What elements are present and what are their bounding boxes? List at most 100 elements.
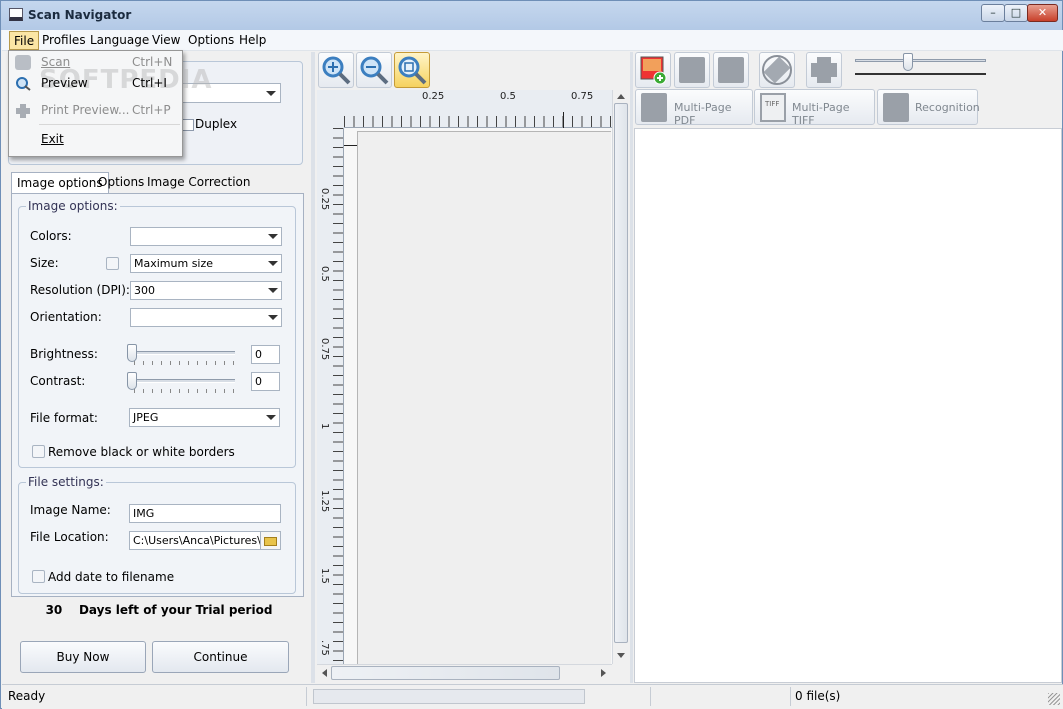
- progress-bar: [313, 689, 585, 704]
- scanned-pages-area[interactable]: [634, 128, 1062, 683]
- orientation-label: Orientation:: [30, 310, 102, 324]
- crop-button[interactable]: [806, 52, 842, 88]
- print-preview-icon: [15, 103, 31, 118]
- scroll-right-icon[interactable]: [601, 669, 606, 677]
- trial-notice: 30 Days left of your Trial period: [45, 603, 273, 617]
- add-date-checkbox[interactable]: [32, 570, 45, 583]
- duplex-checkbox[interactable]: [182, 119, 194, 131]
- resize-grip[interactable]: [1048, 693, 1060, 705]
- ruler-label: 0.5: [319, 266, 330, 282]
- zoom-slider-thumb[interactable]: [903, 53, 913, 71]
- ruler-label: .75: [319, 640, 330, 656]
- preview-toolbar: [315, 52, 629, 90]
- status-bar: Ready 0 file(s): [2, 684, 1063, 709]
- scroll-left-icon[interactable]: [322, 669, 327, 677]
- brightness-slider-track[interactable]: [131, 351, 235, 355]
- menu-file[interactable]: File: [9, 31, 40, 50]
- left-splitter[interactable]: [311, 52, 315, 683]
- rotate-button[interactable]: [759, 52, 795, 88]
- colors-select[interactable]: [130, 227, 282, 246]
- ruler-label: 0.5: [500, 91, 516, 102]
- scroll-thumb[interactable]: [614, 103, 628, 643]
- image-name-label: Image Name:: [30, 503, 111, 517]
- size-label: Size:: [30, 256, 59, 270]
- chevron-down-icon: [268, 315, 278, 320]
- zoom-in-icon: [322, 56, 351, 85]
- recognition-button[interactable]: Recognition: [877, 89, 980, 125]
- size-checkbox[interactable]: [106, 257, 119, 270]
- file-location-input[interactable]: C:\Users\Anca\Pictures\Sc: [129, 531, 261, 550]
- scroll-thumb[interactable]: [331, 666, 560, 680]
- multipage-tiff-button[interactable]: TIFF Multi-Page TIFF: [754, 89, 875, 127]
- brightness-input[interactable]: 0: [251, 345, 280, 364]
- ruler-label: 1: [319, 423, 330, 430]
- zoom-slider-track[interactable]: [855, 59, 986, 62]
- menu-profiles[interactable]: Profiles: [38, 31, 90, 50]
- menu-bar: File Profiles Language View Options Help: [2, 30, 1063, 51]
- menu-help[interactable]: Help: [235, 31, 270, 50]
- zoom-out-button[interactable]: [356, 52, 392, 88]
- contrast-slider-thumb[interactable]: [127, 372, 137, 390]
- brightness-slider-thumb[interactable]: [127, 344, 137, 362]
- scroll-up-icon[interactable]: [617, 94, 625, 99]
- contrast-ticks: [134, 389, 234, 393]
- remove-borders-checkbox[interactable]: [32, 445, 45, 458]
- status-separator: [790, 687, 791, 706]
- add-image-icon: [640, 56, 667, 85]
- menu-item-print-preview[interactable]: Print Preview... Ctrl+P: [11, 100, 180, 122]
- continue-button[interactable]: Continue: [152, 641, 289, 673]
- scanner-icon: [15, 55, 31, 70]
- contrast-slider-track[interactable]: [131, 379, 235, 383]
- file-format-label: File format:: [30, 411, 98, 425]
- ruler-corner: [317, 90, 344, 128]
- menu-view[interactable]: View: [148, 31, 184, 50]
- zoom-fit-button[interactable]: [394, 52, 430, 88]
- preview-page: [357, 131, 611, 664]
- crop-icon: [811, 57, 837, 83]
- file-count: 0 file(s): [795, 689, 841, 703]
- image-name-input[interactable]: IMG: [129, 504, 281, 523]
- status-separator: [650, 687, 651, 706]
- file-menu-dropdown: SOFTPEDIA Scan Ctrl+N Preview Ctrl+I Pri…: [8, 50, 212, 157]
- colors-label: Colors:: [30, 229, 72, 243]
- menu-item-preview[interactable]: Preview Ctrl+I: [11, 73, 180, 95]
- file-format-select[interactable]: JPEG: [129, 408, 280, 427]
- orientation-select[interactable]: [130, 308, 282, 327]
- remove-borders-label: Remove black or white borders: [48, 445, 235, 459]
- contrast-input[interactable]: 0: [251, 372, 280, 391]
- right-splitter[interactable]: [630, 52, 633, 683]
- multipage-pdf-button[interactable]: Multi-Page PDF: [635, 89, 753, 127]
- maximize-button[interactable]: □: [1004, 4, 1028, 22]
- tab-options[interactable]: Options: [93, 172, 149, 194]
- close-button[interactable]: ✕: [1027, 4, 1058, 22]
- chevron-down-icon: [266, 415, 276, 420]
- page-tool-button-2[interactable]: [713, 52, 749, 88]
- chevron-down-icon: [268, 234, 278, 239]
- page-icon: [679, 57, 705, 83]
- tab-image-correction[interactable]: Image Correction: [142, 172, 255, 194]
- add-image-button[interactable]: [635, 52, 671, 88]
- browse-folder-button[interactable]: [260, 531, 281, 550]
- ruler-label: 0.75: [319, 338, 330, 361]
- menu-options[interactable]: Options: [184, 31, 238, 50]
- page-tool-button[interactable]: [674, 52, 710, 88]
- chevron-down-icon: [268, 261, 278, 266]
- menu-item-scan[interactable]: Scan Ctrl+N: [11, 52, 180, 74]
- zoom-in-button[interactable]: [318, 52, 354, 88]
- ruler-label: 0.25: [319, 188, 330, 211]
- zoom-out-icon: [360, 56, 389, 85]
- preview-vertical-scrollbar[interactable]: [612, 90, 629, 664]
- menu-separator: [39, 124, 180, 125]
- size-select[interactable]: Maximum size: [130, 254, 282, 273]
- minimize-button[interactable]: –: [981, 4, 1005, 22]
- resolution-select[interactable]: 300: [130, 281, 282, 300]
- menu-item-exit[interactable]: Exit: [11, 129, 180, 151]
- buy-now-button[interactable]: Buy Now: [20, 641, 146, 673]
- scroll-down-icon[interactable]: [617, 653, 625, 658]
- window-title: Scan Navigator: [28, 8, 132, 22]
- ruler-label: 0.25: [422, 91, 445, 102]
- preview-horizontal-scrollbar[interactable]: [317, 664, 612, 681]
- resolution-label: Resolution (DPI):: [30, 283, 130, 297]
- app-icon: [9, 8, 23, 21]
- menu-language[interactable]: Language: [86, 31, 153, 50]
